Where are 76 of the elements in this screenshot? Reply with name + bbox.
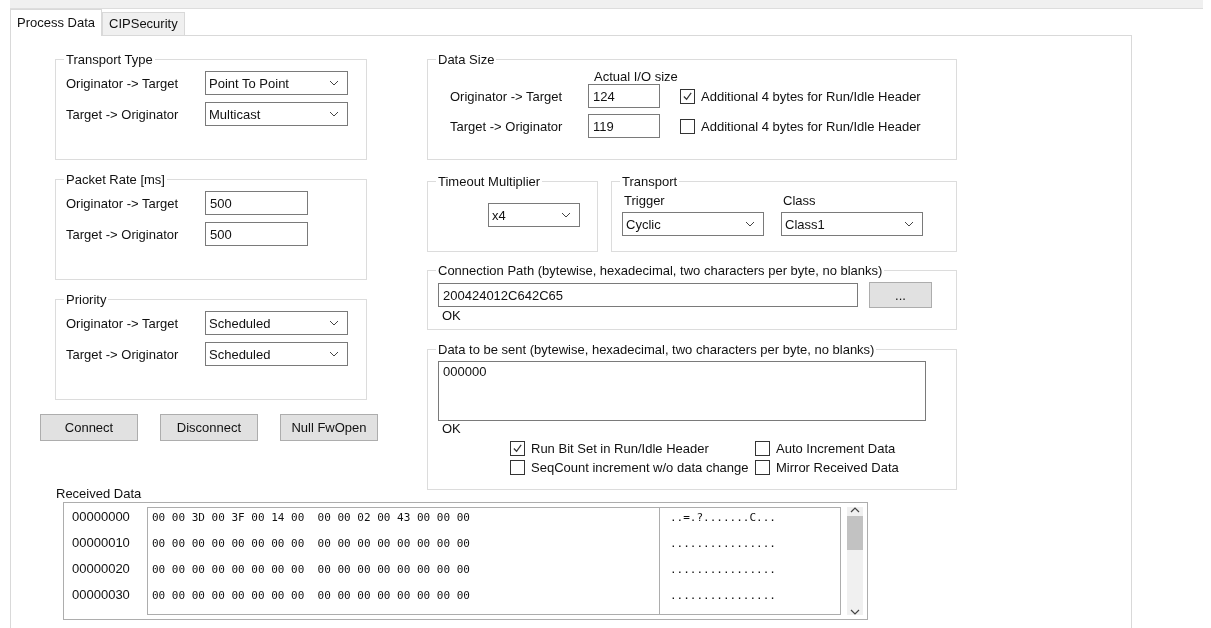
scroll-down-icon[interactable] xyxy=(850,609,860,615)
ascii-text: ................ xyxy=(670,562,777,578)
field-label: Originator -> Target xyxy=(449,88,564,104)
action-button[interactable]: Connect xyxy=(40,414,138,441)
dropdown[interactable]: Scheduled xyxy=(205,311,348,335)
action-button[interactable]: Disconnect xyxy=(160,414,258,441)
checkbox[interactable] xyxy=(680,88,695,104)
group-title: Connection Path (bytewise, hexadecimal, two characters per byte, no blanks) xyxy=(437,263,884,278)
field-label: Originator -> Target xyxy=(66,75,180,91)
chevron-icon xyxy=(561,212,571,218)
field-label: Target -> Originator xyxy=(66,106,180,122)
field-label: Target -> Originator xyxy=(66,346,180,362)
dropdown[interactable]: Class1 xyxy=(781,212,923,236)
input-field[interactable]: 500 xyxy=(205,222,308,246)
chevron-icon xyxy=(745,221,755,227)
checkbox-label: Additional 4 bytes for Run/Idle Header xyxy=(701,118,921,134)
group-title: Timeout Multiplier xyxy=(437,174,542,189)
hex-bytes: 00 00 3D 00 3F 00 14 00 00 00 02 00 43 00 00 00 xyxy=(152,510,471,526)
text-area[interactable]: 000000 xyxy=(438,361,926,421)
chevron-icon xyxy=(329,111,339,117)
input-field[interactable]: 119 xyxy=(588,114,660,138)
checkbox-label: Run Bit Set in Run/Idle Header xyxy=(531,441,709,456)
checkbox[interactable] xyxy=(755,460,770,475)
action-button[interactable]: Null FwOpen xyxy=(280,414,378,441)
field-label: Originator -> Target xyxy=(66,315,180,331)
ascii-text: ................ xyxy=(670,536,777,552)
field-label: Class xyxy=(782,193,817,208)
dropdown[interactable]: x4 xyxy=(488,203,580,227)
group-title: Priority xyxy=(65,292,108,307)
field-label: Target -> Originator xyxy=(66,226,180,242)
checkbox-label: Auto Increment Data xyxy=(776,441,896,456)
chevron-icon xyxy=(329,351,339,357)
input-field[interactable]: 124 xyxy=(588,84,660,108)
checkbox-label: Additional 4 bytes for Run/Idle Header xyxy=(701,88,921,104)
checkbox[interactable] xyxy=(510,460,525,475)
browse-button[interactable]: ... xyxy=(869,282,932,308)
group-title: Transport xyxy=(621,174,679,189)
hex-bytes: 00 00 00 00 00 00 00 00 00 00 00 00 00 00 00 00 xyxy=(152,588,471,604)
checkbox[interactable] xyxy=(510,441,525,456)
scroll-thumb[interactable] xyxy=(847,516,863,550)
offset-text: 00000010 xyxy=(72,534,131,552)
group-title: Data Size xyxy=(437,52,496,67)
hex-bytes: 00 00 00 00 00 00 00 00 00 00 00 00 00 00 00 00 xyxy=(152,562,471,578)
dropdown[interactable]: Scheduled xyxy=(205,342,348,366)
offset-text: 00000030 xyxy=(72,586,131,604)
group-title: Packet Rate [ms] xyxy=(65,172,166,187)
checkbox[interactable] xyxy=(755,441,770,456)
ascii-text: ................ xyxy=(670,588,777,604)
scroll-up-icon[interactable] xyxy=(850,507,860,513)
hex-bytes: 00 00 00 00 00 00 00 00 00 00 00 00 00 00 00 00 xyxy=(152,536,471,552)
offset-text: 00000020 xyxy=(72,560,131,578)
section-title: Received Data xyxy=(56,486,143,501)
dropdown[interactable]: Cyclic xyxy=(622,212,764,236)
input-field[interactable]: 200424012C642C65 xyxy=(438,283,858,307)
scrollbar[interactable] xyxy=(847,507,863,615)
field-label: Originator -> Target xyxy=(66,195,180,211)
chevron-icon xyxy=(904,221,914,227)
chevron-icon xyxy=(329,320,339,326)
group-title: Transport Type xyxy=(65,52,154,67)
group-title: Data to be sent (bytewise, hexadecimal, two characters per byte, no blanks) xyxy=(437,342,876,357)
checkbox[interactable] xyxy=(680,118,695,134)
status-text: OK xyxy=(441,308,462,323)
tab[interactable]: Process Data xyxy=(10,9,103,36)
dropdown[interactable]: Multicast xyxy=(205,102,348,126)
field-label: Target -> Originator xyxy=(449,118,564,134)
status-text: OK xyxy=(441,421,462,436)
checkbox-label: SeqCount increment w/o data change xyxy=(531,460,749,475)
checkbox-label: Mirror Received Data xyxy=(776,460,899,475)
field-label: Trigger xyxy=(623,193,666,208)
offset-text: 00000000 xyxy=(72,508,131,526)
dropdown[interactable]: Point To Point xyxy=(205,71,348,95)
input-field[interactable]: 500 xyxy=(205,191,308,215)
column-header: Actual I/O size xyxy=(594,69,679,84)
ascii-text: ..=.?.......C... xyxy=(670,510,777,526)
chevron-icon xyxy=(329,80,339,86)
tab[interactable]: CIPSecurity xyxy=(102,12,185,35)
